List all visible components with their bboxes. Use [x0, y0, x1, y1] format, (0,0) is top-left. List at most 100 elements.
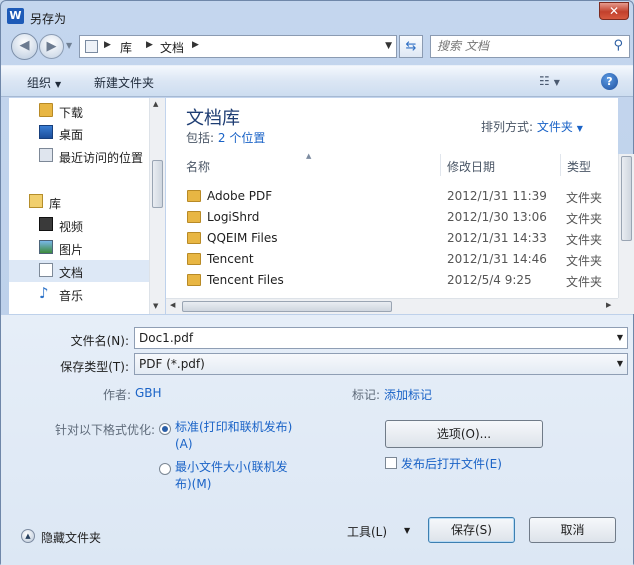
file-list-horizontal-scrollbar[interactable]: ◀ ▶ — [166, 298, 618, 314]
nav-item-downloads[interactable]: 下载 — [9, 100, 149, 122]
filetype-value: PDF (*.pdf) — [139, 357, 205, 371]
filetype-select[interactable]: PDF (*.pdf) ▼ — [134, 353, 628, 375]
new-folder-button[interactable]: 新建文件夹 — [94, 74, 154, 91]
recent-pages-dropdown[interactable]: ▼ — [66, 41, 72, 50]
breadcrumb-library[interactable]: 库 — [120, 39, 132, 56]
nav-item-label: 音乐 — [59, 289, 84, 303]
file-name: LogiShrd — [207, 210, 260, 224]
search-box[interactable]: ⚲ — [430, 35, 630, 58]
download-folder-icon — [39, 103, 53, 117]
folder-icon — [187, 274, 201, 286]
forward-button[interactable]: ▶ — [39, 34, 64, 59]
help-icon[interactable]: ? — [601, 73, 618, 90]
radio-minimum-size-label[interactable]: 最小文件大小(联机发 布)(M) — [175, 459, 288, 493]
search-input[interactable] — [437, 39, 607, 53]
chevron-down-icon[interactable]: ▼ — [617, 333, 623, 342]
word-app-icon: W — [7, 8, 24, 24]
scrollbar-thumb[interactable] — [152, 160, 163, 208]
file-type: 文件夹 — [566, 212, 603, 226]
cancel-button[interactable]: 取消 — [529, 517, 616, 543]
scrollbar-thumb[interactable] — [182, 301, 392, 312]
back-button[interactable]: ◀ — [11, 33, 38, 60]
nav-item-label: 桌面 — [59, 128, 84, 142]
column-type-label: 类型 — [567, 160, 592, 174]
file-name: Adobe PDF — [207, 189, 273, 203]
chevron-down-icon[interactable]: ▼ — [617, 359, 623, 368]
arrange-by[interactable]: 排列方式: 文件夹 ▼ — [481, 118, 583, 135]
nav-item-documents[interactable]: 文档 — [9, 260, 149, 282]
file-date: 2012/5/4 9:25 — [447, 273, 532, 287]
file-list-vertical-scrollbar[interactable] — [618, 154, 634, 299]
open-after-publish-label[interactable]: 发布后打开文件(E) — [401, 455, 502, 472]
file-row[interactable]: LogiShrd 2012/1/30 13:06 文件夹 — [166, 207, 618, 228]
nav-item-label: 下载 — [59, 106, 84, 120]
nav-item-label: 视频 — [59, 220, 84, 234]
column-name-label: 名称 — [186, 160, 211, 174]
scrollbar-thumb[interactable] — [621, 156, 632, 241]
file-type: 文件夹 — [566, 254, 603, 268]
save-button[interactable]: 保存(S) — [428, 517, 515, 543]
refresh-button[interactable]: ⇆ — [399, 35, 423, 58]
search-icon[interactable]: ⚲ — [613, 38, 623, 53]
radio-minimum-size[interactable] — [159, 463, 171, 475]
breadcrumb-separator-icon[interactable]: ▶ — [192, 40, 199, 50]
file-list-pane: 文档库 包括: 2 个位置 排列方式: 文件夹 ▼ ▲ 名称 修改日期 类型 A… — [166, 98, 618, 314]
radio-standard-label[interactable]: 标准(打印和联机发布) (A) — [175, 419, 292, 453]
add-tags-field[interactable]: 添加标记 — [384, 386, 432, 403]
filename-combo[interactable]: Doc1.pdf ▼ — [134, 327, 628, 349]
includes-locations-link[interactable]: 2 个位置 — [218, 131, 265, 145]
nav-item-pictures[interactable]: 图片 — [9, 237, 149, 259]
nav-pane-scrollbar[interactable]: ▲ ▼ — [149, 98, 165, 314]
chevron-down-icon[interactable]: ▼ — [404, 526, 410, 535]
nav-item-label: 文档 — [59, 266, 84, 280]
pictures-icon — [39, 240, 53, 254]
arrange-value[interactable]: 文件夹 — [537, 120, 573, 134]
scroll-left-icon[interactable]: ◀ — [170, 301, 175, 309]
hide-folders-icon[interactable]: ▲ — [21, 529, 35, 543]
close-button[interactable]: ✕ — [599, 2, 629, 20]
nav-item-libraries[interactable]: 库 — [9, 191, 149, 213]
chevron-down-icon[interactable]: ▼ — [577, 124, 583, 133]
filename-input[interactable]: Doc1.pdf — [139, 331, 193, 345]
scroll-right-icon[interactable]: ▶ — [606, 301, 611, 309]
nav-item-label: 图片 — [59, 243, 84, 257]
radio-standard[interactable] — [159, 423, 171, 435]
file-type: 文件夹 — [566, 233, 603, 247]
hide-folders-button[interactable]: 隐藏文件夹 — [41, 529, 101, 546]
nav-item-desktop[interactable]: 桌面 — [9, 122, 149, 144]
file-date: 2012/1/31 11:39 — [447, 189, 547, 203]
navigation-pane: 下载 桌面 最近访问的位置 库 视频 图片 文档 ♪ 音乐 — [9, 98, 164, 314]
file-row[interactable]: QQEIM Files 2012/1/31 14:33 文件夹 — [166, 228, 618, 249]
filename-label: 文件名(N): — [70, 334, 129, 348]
nav-item-videos[interactable]: 视频 — [9, 214, 149, 236]
address-dropdown-icon[interactable]: ▼ — [385, 41, 392, 51]
open-after-publish-checkbox[interactable] — [385, 457, 397, 469]
column-header-date[interactable]: 修改日期 — [441, 154, 561, 176]
column-header-name[interactable]: 名称 — [180, 154, 441, 176]
breadcrumb-separator-icon[interactable]: ▶ — [104, 40, 111, 50]
view-options-button[interactable]: ☷ ▼ — [539, 74, 560, 88]
breadcrumb-documents[interactable]: 文档 — [160, 39, 184, 56]
library-title: 文档库 — [186, 108, 240, 129]
radio-minimum-line1: 最小文件大小(联机发 — [175, 460, 288, 474]
back-arrow-icon: ◀ — [19, 38, 30, 53]
tools-button[interactable]: 工具(L) — [347, 523, 387, 540]
column-header-type[interactable]: 类型 — [561, 154, 618, 176]
scroll-down-icon[interactable]: ▼ — [153, 302, 158, 310]
view-list-icon: ☷ — [539, 74, 550, 88]
nav-item-music[interactable]: ♪ 音乐 — [9, 283, 149, 305]
breadcrumb-separator-icon[interactable]: ▶ — [146, 40, 153, 50]
file-row[interactable]: Tencent 2012/1/31 14:46 文件夹 — [166, 249, 618, 270]
address-bar[interactable]: ▶ 库 ▶ 文档 ▶ ▼ — [79, 35, 397, 58]
scroll-up-icon[interactable]: ▲ — [153, 100, 158, 108]
file-name: Tencent Files — [207, 273, 284, 287]
options-button[interactable]: 选项(O)... — [385, 420, 543, 448]
file-row[interactable]: Adobe PDF 2012/1/31 11:39 文件夹 — [166, 186, 618, 207]
radio-standard-line1: 标准(打印和联机发布) — [175, 420, 293, 434]
organize-button[interactable]: 组织 ▼ — [27, 74, 61, 91]
author-value[interactable]: GBH — [135, 386, 162, 400]
nav-item-recent-places[interactable]: 最近访问的位置 — [9, 145, 149, 167]
file-row[interactable]: Tencent Files 2012/5/4 9:25 文件夹 — [166, 270, 618, 291]
refresh-icon: ⇆ — [405, 39, 417, 54]
video-icon — [39, 217, 53, 231]
